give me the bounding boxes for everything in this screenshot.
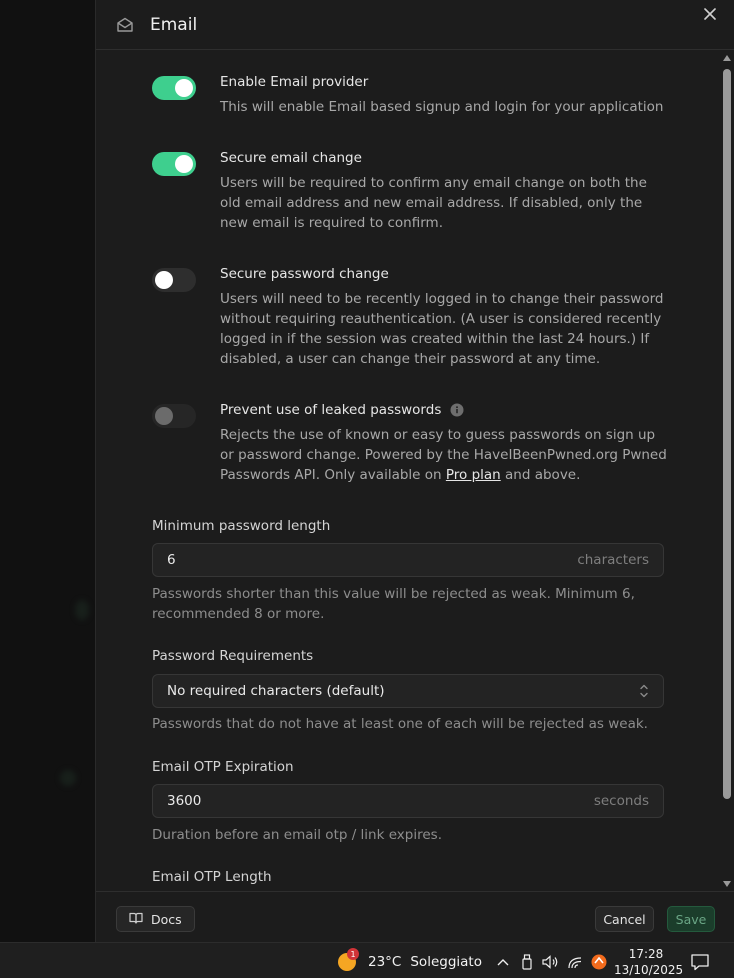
taskbar-clock[interactable]: 17:28 13/10/2025 (614, 946, 684, 978)
secure-password-change-text: Secure password change Users will need t… (220, 265, 670, 369)
enable-email-toggle[interactable] (152, 76, 196, 100)
cancel-button[interactable]: Cancel (595, 906, 654, 932)
background-blur (75, 600, 89, 620)
docs-label: Docs (151, 911, 182, 927)
toggle-knob (155, 271, 173, 289)
otp-expiration-help: Duration before an email otp / link expi… (152, 827, 442, 843)
toggle-knob (155, 407, 173, 425)
panel-footer: Docs Cancel Save (96, 891, 734, 942)
secure-email-change-label: Secure email change (220, 150, 362, 166)
windows-taskbar: 1 23°C Soleggiato 17:28 13/10/2025 (0, 942, 734, 978)
enable-email-text: Enable Email provider This will enable E… (220, 73, 670, 117)
scroll-down-arrow-icon[interactable] (723, 881, 731, 887)
email-provider-panel: Email Enable Email provider This will en… (95, 0, 734, 942)
speaker-icon[interactable] (542, 953, 560, 971)
otp-expiration-suffix: seconds (593, 793, 649, 809)
otp-expiration-label: Email OTP Expiration (152, 759, 294, 775)
usb-drive-icon[interactable] (518, 953, 536, 971)
min-password-label: Minimum password length (152, 518, 331, 534)
clock-date: 13/10/2025 (614, 963, 684, 977)
secure-password-change-toggle[interactable] (152, 268, 196, 292)
notification-icon[interactable] (690, 952, 710, 972)
chevron-up-down-icon (639, 683, 649, 699)
min-password-value: 6 (167, 552, 176, 568)
enable-email-label: Enable Email provider (220, 74, 369, 90)
pro-plan-link[interactable]: Pro plan (446, 467, 501, 483)
password-requirements-help: Passwords that do not have at least one … (152, 716, 648, 732)
clock-time: 17:28 (628, 947, 664, 961)
weather-condition: Soleggiato (410, 954, 482, 970)
background-blur (60, 770, 76, 786)
secure-email-change-toggle[interactable] (152, 152, 196, 176)
vertical-scrollbar[interactable] (720, 53, 732, 889)
toggle-knob (175, 155, 193, 173)
panel-title: Email (150, 14, 198, 35)
weather-badge: 1 (347, 948, 359, 960)
panel-header: Email (96, 0, 734, 50)
password-requirements-value: No required characters (default) (167, 683, 385, 699)
docs-button[interactable]: Docs (116, 906, 195, 932)
temperature: 23°C (368, 954, 402, 970)
secure-email-change-description: Users will be required to confirm any em… (220, 175, 647, 231)
min-password-help: Passwords shorter than this value will b… (152, 586, 635, 622)
scrollbar-thumb[interactable] (723, 69, 731, 799)
secure-email-change-text: Secure email change Users will be requir… (220, 149, 670, 233)
leaked-passwords-description: Rejects the use of known or easy to gues… (220, 425, 670, 485)
background-dashboard (0, 0, 95, 942)
toggle-knob (175, 79, 193, 97)
weather-widget[interactable]: 1 23°C Soleggiato (337, 948, 482, 973)
wifi-icon[interactable] (566, 953, 584, 971)
min-password-input[interactable]: 6 characters (152, 543, 664, 577)
secure-password-change-description: Users will need to be recently logged in… (220, 291, 664, 367)
secure-password-change-label: Secure password change (220, 266, 389, 282)
system-tray (494, 953, 608, 971)
chevron-up-icon[interactable] (494, 953, 512, 971)
enable-email-description: This will enable Email based signup and … (220, 99, 664, 115)
leaked-passwords-toggle[interactable] (152, 404, 196, 428)
info-icon[interactable] (450, 403, 464, 417)
leaked-passwords-description-suffix: and above. (500, 467, 581, 483)
otp-length-label: Email OTP Length (152, 869, 272, 885)
otp-expiration-value: 3600 (167, 793, 202, 809)
close-icon[interactable] (701, 5, 719, 23)
scroll-up-arrow-icon[interactable] (723, 55, 731, 61)
password-requirements-label: Password Requirements (152, 648, 314, 664)
book-icon (129, 912, 143, 927)
mail-open-icon (116, 16, 134, 34)
leaked-passwords-label: Prevent use of leaked passwords (220, 402, 442, 418)
otp-expiration-input[interactable]: 3600 seconds (152, 784, 664, 818)
leaked-passwords-description-text: Rejects the use of known or easy to gues… (220, 427, 667, 483)
leaked-passwords-label-row: Prevent use of leaked passwords (220, 401, 670, 419)
sun-icon: 1 (337, 948, 359, 973)
settings-scroll-area[interactable]: Enable Email provider This will enable E… (96, 51, 734, 891)
min-password-suffix: characters (577, 552, 649, 568)
password-requirements-select[interactable]: No required characters (default) (152, 674, 664, 708)
brave-app-icon[interactable] (590, 953, 608, 971)
save-button[interactable]: Save (667, 906, 715, 932)
leaked-passwords-text: Prevent use of leaked passwords Rejects … (220, 401, 670, 485)
